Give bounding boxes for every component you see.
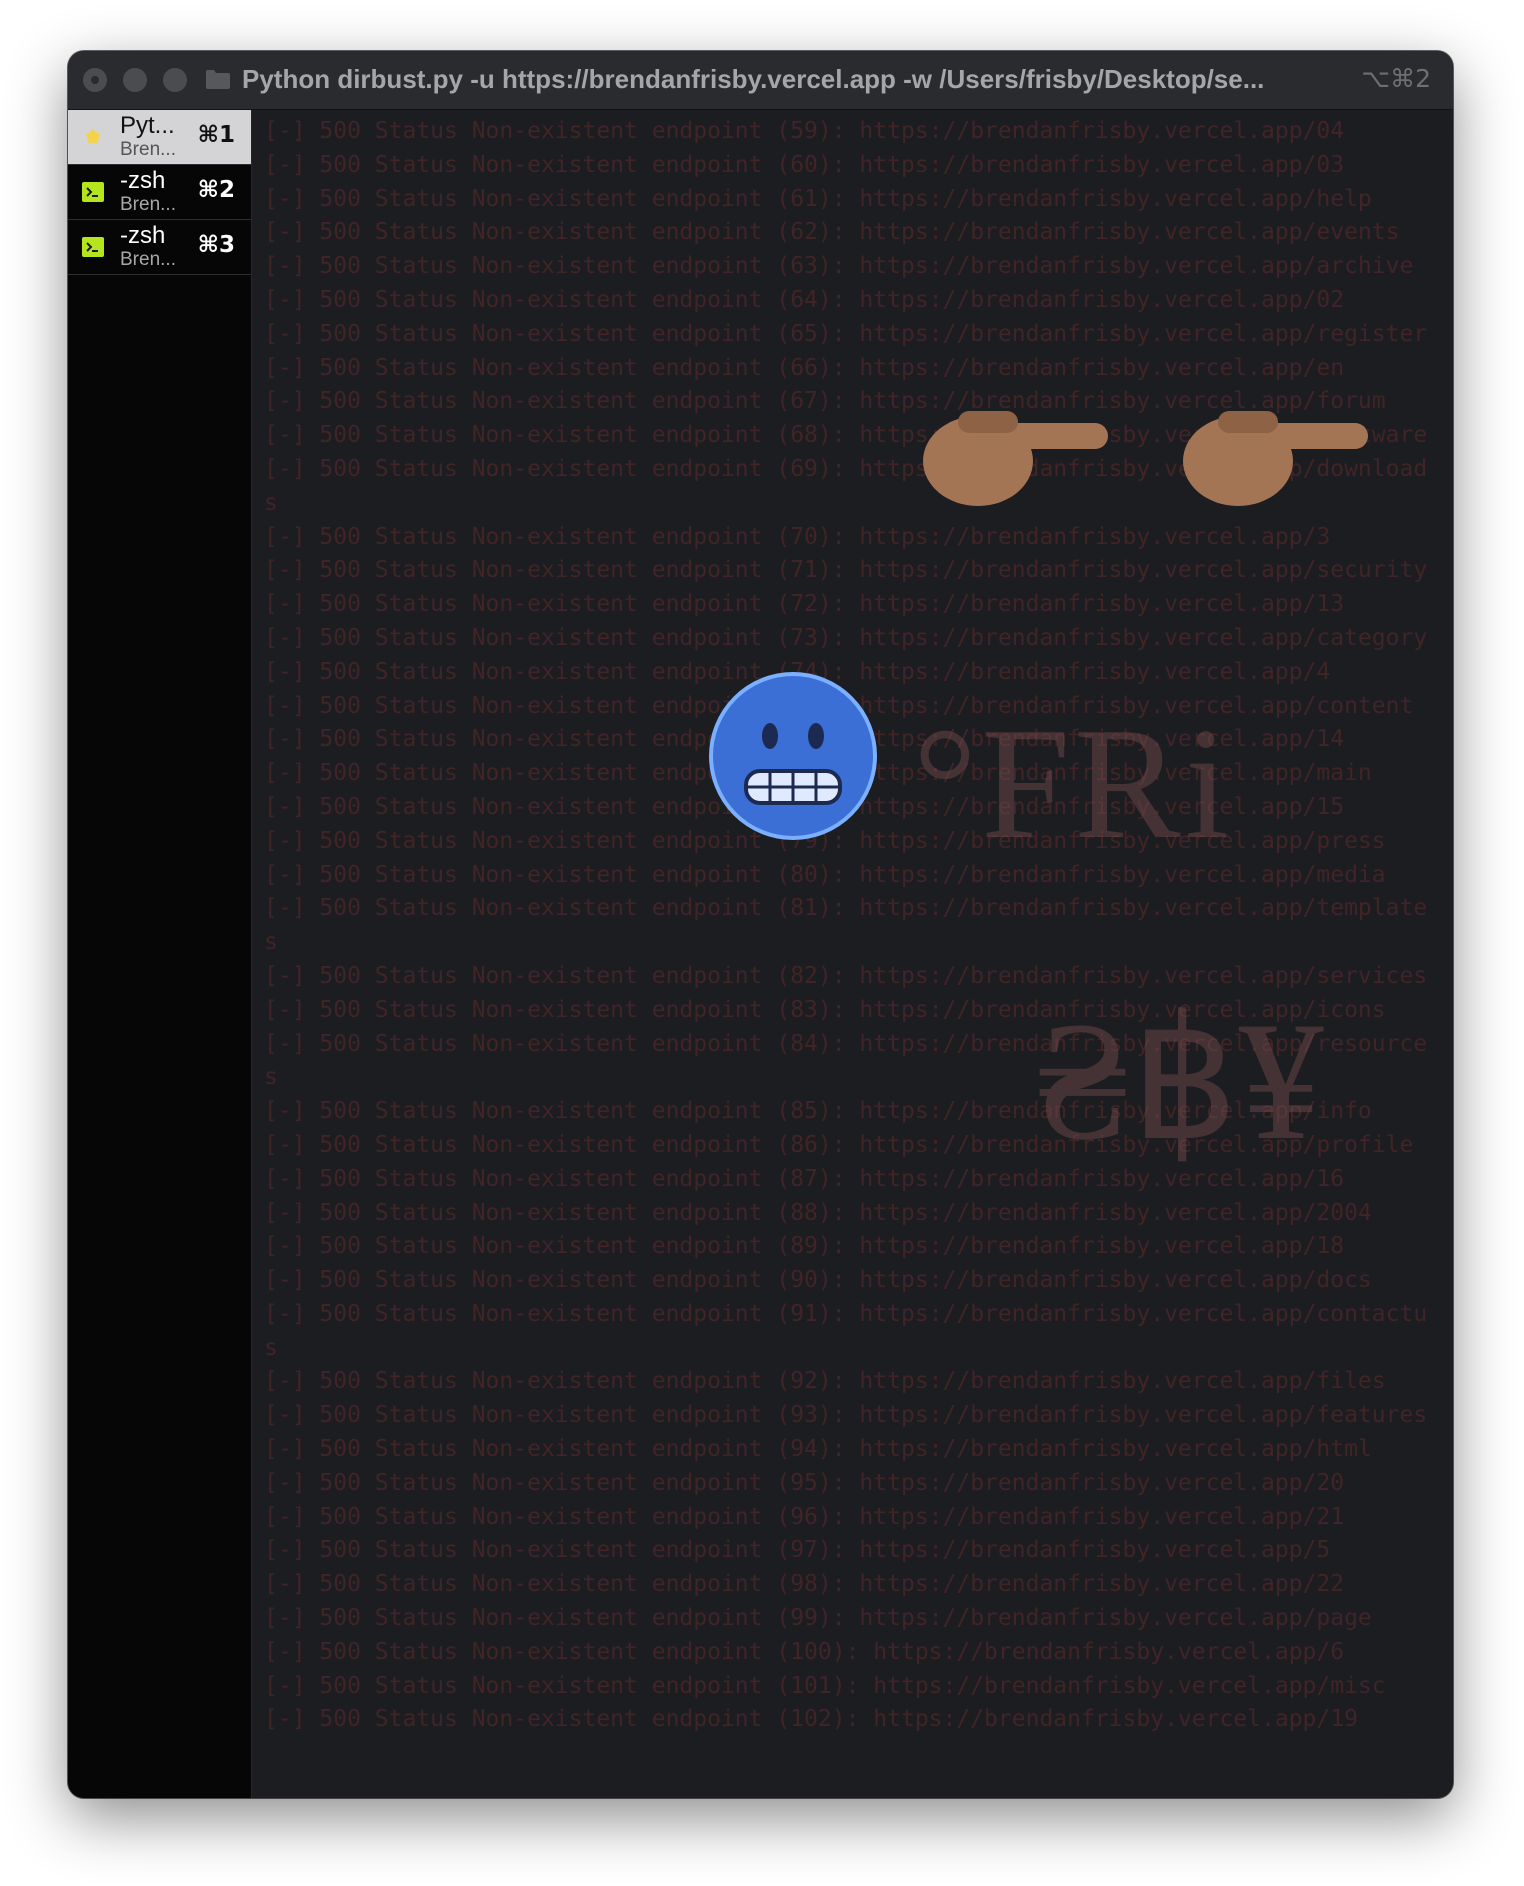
terminal-line: [-] 500 Status Non-existent endpoint (63… [264,253,1414,280]
tab-title: -zsh [120,167,166,194]
terminal-line: [-] 500 Status Non-existent endpoint (94… [264,1436,1372,1463]
terminal-line: [-] 500 Status Non-existent endpoint (88… [264,1199,1372,1226]
terminal-line: [-] 500 Status Non-existent endpoint (91… [264,1300,1428,1327]
terminal-line: s [264,489,278,516]
tab-title: -zsh [120,222,166,249]
title-bar[interactable]: Python dirbust.py -u https://brendanfris… [68,51,1453,110]
terminal-line: [-] 500 Status Non-existent endpoint (61… [264,185,1372,212]
terminal-output[interactable]: [-] 500 Status Non-existent endpoint (59… [252,110,1453,1798]
tab-subtitle: Bren... [120,249,176,270]
folder-icon [206,70,230,89]
terminal-line: [-] 500 Status Non-existent endpoint (90… [264,1267,1372,1294]
tab-zsh-3[interactable]: -zsh Bren... ⌘3 [68,220,251,275]
terminal-line: [-] 500 Status Non-existent endpoint (64… [264,286,1345,313]
terminal-line: [-] 500 Status Non-existent endpoint (92… [264,1368,1386,1395]
terminal-line: [-] 500 Status Non-existent endpoint (77… [264,760,1372,787]
terminal-line: [-] 500 Status Non-existent endpoint (95… [264,1469,1345,1496]
terminal-line: [-] 500 Status Non-existent endpoint (60… [264,151,1345,178]
terminal-line: [-] 500 Status Non-existent endpoint (73… [264,624,1428,651]
terminal-line: [-] 500 Status Non-existent endpoint (98… [264,1571,1345,1598]
terminal-line: s [264,1334,278,1361]
zoom-button[interactable] [163,68,187,92]
minimize-button[interactable] [123,68,147,92]
terminal-line: [-] 500 Status Non-existent endpoint (83… [264,996,1386,1023]
tab-shortcut: ⌘3 [197,232,235,258]
terminal-line: [-] 500 Status Non-existent endpoint (74… [264,658,1331,685]
terminal-line: [-] 500 Status Non-existent endpoint (70… [264,523,1331,550]
terminal-icon [82,237,104,257]
tab-shortcut: ⌘2 [197,177,235,203]
terminal-line: [-] 500 Status Non-existent endpoint (89… [264,1233,1345,1260]
window-title: Python dirbust.py -u https://brendanfris… [242,64,1265,94]
terminal-line: [-] 500 Status Non-existent endpoint (79… [264,827,1386,854]
terminal-line: [-] 500 Status Non-existent endpoint (10… [264,1638,1345,1665]
window-shortcut: ⌥⌘2 [1361,64,1431,93]
terminal-line: [-] 500 Status Non-existent endpoint (93… [264,1402,1428,1429]
terminal-line: [-] 500 Status Non-existent endpoint (96… [264,1503,1345,1530]
terminal-line: [-] 500 Status Non-existent endpoint (72… [264,591,1345,618]
terminal-line: [-] 500 Status Non-existent endpoint (10… [264,1672,1386,1699]
terminal-window: Python dirbust.py -u https://brendanfris… [68,51,1453,1798]
tab-subtitle: Bren... [120,139,176,160]
tab-zsh-2[interactable]: -zsh Bren... ⌘2 [68,165,251,220]
terminal-line: [-] 500 Status Non-existent endpoint (85… [264,1098,1372,1125]
terminal-line: [-] 500 Status Non-existent endpoint (80… [264,861,1386,888]
terminal-line: [-] 500 Status Non-existent endpoint (84… [264,1030,1428,1057]
terminal-line: [-] 500 Status Non-existent endpoint (87… [264,1165,1345,1192]
terminal-line: s [264,929,278,956]
terminal-lines: [-] 500 Status Non-existent endpoint (59… [264,115,1452,1737]
terminal-line: [-] 500 Status Non-existent endpoint (71… [264,557,1428,584]
terminal-line: [-] 500 Status Non-existent endpoint (86… [264,1131,1414,1158]
tab-sidebar: Pyt... Bren... ⌘1 -zsh Bren... ⌘2 -zsh B… [68,110,252,1798]
terminal-line: [-] 500 Status Non-existent endpoint (67… [264,388,1386,415]
tab-subtitle: Bren... [120,194,176,215]
terminal-line: s [264,1064,278,1091]
terminal-line: [-] 500 Status Non-existent endpoint (97… [264,1537,1331,1564]
terminal-line: [-] 500 Status Non-existent endpoint (62… [264,219,1400,246]
terminal-line: [-] 500 Status Non-existent endpoint (59… [264,118,1345,144]
terminal-line: [-] 500 Status Non-existent endpoint (78… [264,793,1345,820]
terminal-line: [-] 500 Status Non-existent endpoint (81… [264,895,1428,922]
close-button[interactable] [83,68,107,92]
tab-python[interactable]: Pyt... Bren... ⌘1 [68,110,251,165]
terminal-line: [-] 500 Status Non-existent endpoint (99… [264,1605,1372,1632]
terminal-line: [-] 500 Status Non-existent endpoint (65… [264,320,1428,347]
terminal-icon [82,182,104,202]
tab-shortcut: ⌘1 [197,122,235,148]
tab-title: Pyt... [120,112,175,139]
terminal-line: [-] 500 Status Non-existent endpoint (76… [264,726,1345,753]
terminal-line: [-] 500 Status Non-existent endpoint (10… [264,1706,1358,1733]
terminal-line: [-] 500 Status Non-existent endpoint (69… [264,455,1428,482]
terminal-line: [-] 500 Status Non-existent endpoint (68… [264,422,1428,449]
terminal-line: [-] 500 Status Non-existent endpoint (75… [264,692,1414,719]
terminal-line: [-] 500 Status Non-existent endpoint (66… [264,354,1345,381]
python-icon [85,128,101,144]
terminal-line: [-] 500 Status Non-existent endpoint (82… [264,962,1428,989]
